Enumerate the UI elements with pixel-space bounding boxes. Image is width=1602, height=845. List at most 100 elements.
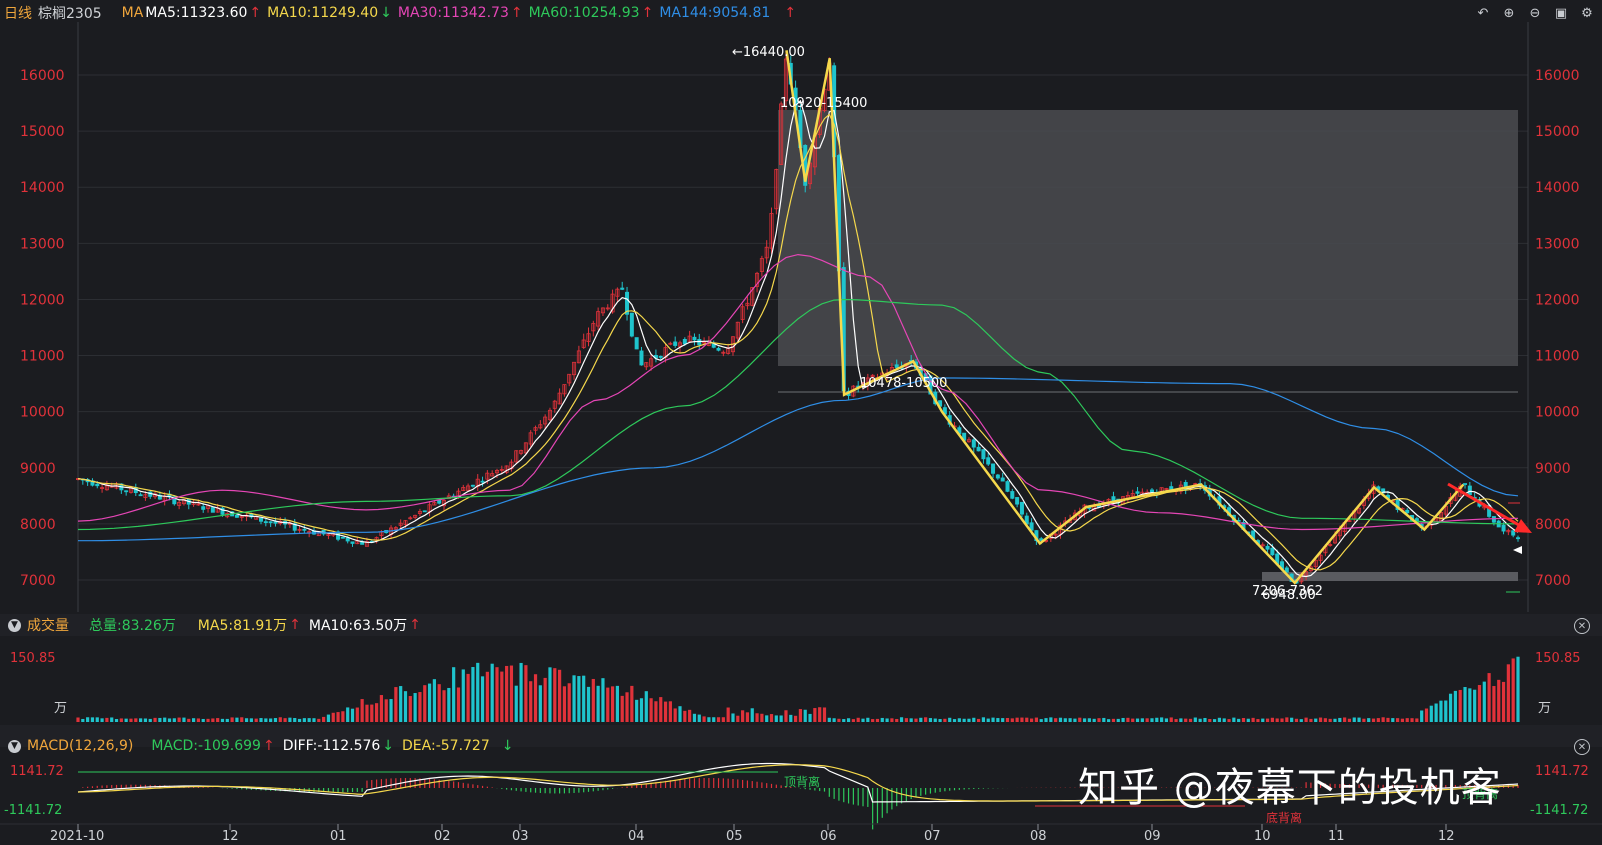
volume-bar	[1107, 719, 1111, 722]
volume-bar	[1174, 719, 1178, 722]
volume-bar	[509, 665, 514, 722]
zone-mid-annotation: 10478-10500	[860, 376, 947, 391]
candle-body	[201, 506, 206, 510]
candlestick-chart[interactable]: ←16440.00 10920-15400 10478-10500 7206-7…	[0, 0, 1602, 845]
time-label: 02	[434, 829, 451, 844]
volume-bar	[683, 710, 687, 722]
volume-bar	[1473, 689, 1477, 722]
candle-body	[1511, 530, 1516, 536]
volume-bar	[1285, 717, 1289, 722]
volume-bar	[1381, 717, 1385, 722]
volume-bar	[582, 675, 586, 722]
volume-bar	[904, 718, 908, 722]
volume-bar	[1078, 717, 1082, 722]
volume-bar	[90, 717, 95, 722]
collapse-icon[interactable]: ▼	[8, 618, 21, 632]
volume-bar	[403, 691, 408, 722]
volume-bar	[172, 718, 176, 722]
price-tick-left: 14000	[20, 180, 65, 196]
volume-bar	[1463, 687, 1467, 722]
volume-bar	[625, 692, 629, 722]
volume-bar	[1333, 718, 1337, 722]
volume-bar	[610, 686, 615, 722]
volume-bar	[1044, 718, 1048, 722]
candle-body	[1491, 516, 1496, 523]
volume-bar	[124, 718, 128, 722]
volume-bar	[1343, 717, 1347, 722]
volume-bar	[856, 717, 860, 722]
candle-body	[692, 336, 697, 341]
volume-bar	[692, 713, 697, 722]
time-label: 01	[330, 829, 347, 844]
macd-dea-arrow-icon: ↓	[501, 738, 514, 754]
macd-axis-top: 1141.72	[10, 764, 64, 779]
candle-body	[673, 341, 678, 346]
volume-bar	[832, 718, 836, 722]
volume-bar	[1391, 718, 1395, 722]
volume-bar	[678, 706, 682, 722]
volume-bar	[374, 703, 379, 722]
volume-bar	[1193, 717, 1197, 722]
volume-bar	[707, 717, 711, 722]
close-macd-icon[interactable]: ✕	[1574, 739, 1590, 755]
volume-bar	[977, 718, 981, 722]
candle-body	[1000, 477, 1005, 482]
volume-bar	[269, 718, 273, 722]
volume-bar	[355, 707, 359, 722]
volume-bar	[297, 718, 302, 722]
volume-bar	[158, 717, 162, 722]
volume-bar	[1487, 673, 1491, 722]
candle-body	[437, 499, 442, 504]
volume-bar	[1241, 717, 1246, 722]
volume-bar	[1328, 718, 1332, 722]
close-volume-icon[interactable]: ✕	[1574, 618, 1590, 634]
volume-bar	[1415, 718, 1419, 722]
volume-bar	[211, 718, 215, 722]
time-label: 09	[1144, 829, 1161, 844]
candle-body	[697, 339, 702, 346]
volume-ma10: MA10:63.50万	[308, 618, 408, 634]
volume-bar	[1188, 718, 1193, 722]
volume-bar	[726, 707, 730, 722]
volume-bar	[1150, 718, 1154, 722]
collapse-macd-icon[interactable]: ▼	[8, 739, 21, 753]
volume-bar	[119, 718, 123, 722]
volume-bar	[452, 667, 456, 722]
volume-bar	[105, 717, 109, 722]
volume-bar	[880, 717, 884, 722]
volume-bar	[1179, 718, 1183, 722]
volume-bar	[1511, 658, 1515, 722]
volume-bar	[1323, 718, 1327, 722]
volume-bar	[336, 712, 340, 722]
macd-title: MACD(12,26,9)	[27, 738, 134, 754]
volume-bar	[288, 717, 292, 722]
volume-bar	[567, 683, 571, 722]
candle-body	[263, 521, 268, 524]
volume-bar	[302, 718, 306, 722]
candle-body	[716, 347, 721, 351]
volume-bar	[596, 685, 600, 722]
volume-bar	[1448, 693, 1453, 722]
volume-bar	[1304, 717, 1308, 722]
volume-bar	[697, 714, 701, 722]
price-tick-left: 8000	[20, 517, 56, 533]
volume-bar	[663, 701, 668, 722]
candle-body	[1467, 485, 1472, 496]
volume-bar	[793, 715, 798, 722]
volume-bar	[86, 717, 90, 722]
volume-bar	[1068, 718, 1072, 722]
candle-body	[1149, 489, 1154, 493]
volume-bar	[875, 718, 880, 722]
volume-bar	[1400, 718, 1405, 722]
volume-bar	[1246, 718, 1250, 722]
candle-body	[1015, 497, 1020, 505]
price-tick-right: 9000	[1535, 461, 1571, 477]
volume-bar	[1275, 718, 1279, 722]
volume-bar	[861, 718, 865, 722]
price-tick-left: 15000	[20, 124, 65, 140]
candle-body	[894, 364, 899, 368]
resistance-zone	[778, 110, 1518, 366]
volume-bar	[220, 718, 225, 722]
volume-bar	[1482, 681, 1486, 722]
candle-body	[639, 350, 644, 366]
